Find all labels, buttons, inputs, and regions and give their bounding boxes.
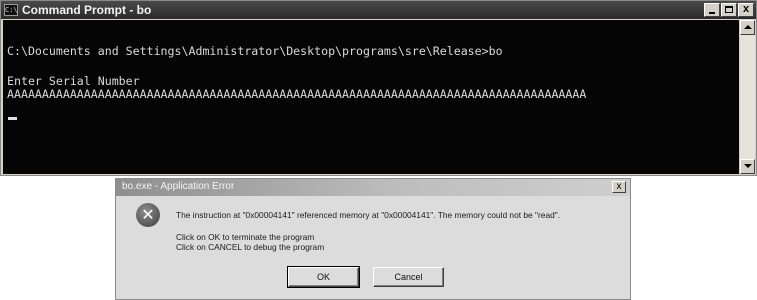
console-line-command: C:\Documents and Settings\Administrator\… bbox=[7, 44, 503, 58]
close-button[interactable]: x bbox=[738, 3, 754, 17]
maximize-button[interactable] bbox=[721, 3, 737, 17]
cancel-hint: Click on CANCEL to debug the program bbox=[176, 242, 325, 252]
ok-button[interactable]: OK bbox=[287, 266, 360, 288]
window-controls: x bbox=[704, 3, 754, 17]
console-icon[interactable]: C:\ bbox=[4, 4, 18, 16]
scroll-up-button[interactable] bbox=[740, 20, 755, 35]
application-error-dialog: bo.exe - Application Error x ✕ The instr… bbox=[115, 178, 631, 300]
text-cursor bbox=[8, 117, 17, 120]
dialog-close-button[interactable]: x bbox=[612, 181, 626, 193]
close-icon: x bbox=[742, 3, 750, 15]
scroll-down-button[interactable] bbox=[740, 159, 755, 174]
maximize-icon bbox=[725, 6, 733, 13]
console-output[interactable]: C:\Documents and Settings\Administrator\… bbox=[3, 20, 739, 174]
minimize-icon bbox=[709, 12, 715, 14]
console-line-input: AAAAAAAAAAAAAAAAAAAAAAAAAAAAAAAAAAAAAAAA… bbox=[7, 87, 587, 101]
arrow-up-icon bbox=[744, 25, 752, 29]
dialog-title: bo.exe - Application Error bbox=[122, 181, 235, 192]
arrow-down-icon bbox=[744, 164, 752, 168]
error-x-glyph: ✕ bbox=[141, 205, 155, 224]
ok-hint: Click on OK to terminate the program bbox=[176, 232, 315, 242]
error-message: The instruction at "0x00004141" referenc… bbox=[176, 210, 561, 220]
command-prompt-window: C:\ Command Prompt - bo x C:\Documents a… bbox=[0, 0, 757, 176]
cancel-button[interactable]: Cancel bbox=[373, 267, 444, 287]
dialog-title-bar[interactable]: bo.exe - Application Error x bbox=[116, 179, 630, 196]
vertical-scrollbar[interactable] bbox=[740, 20, 755, 174]
error-icon: ✕ bbox=[136, 203, 160, 227]
window-title: Command Prompt - bo bbox=[22, 3, 152, 17]
minimize-button[interactable] bbox=[704, 3, 720, 17]
cmd-title-bar[interactable]: C:\ Command Prompt - bo x bbox=[1, 1, 756, 19]
